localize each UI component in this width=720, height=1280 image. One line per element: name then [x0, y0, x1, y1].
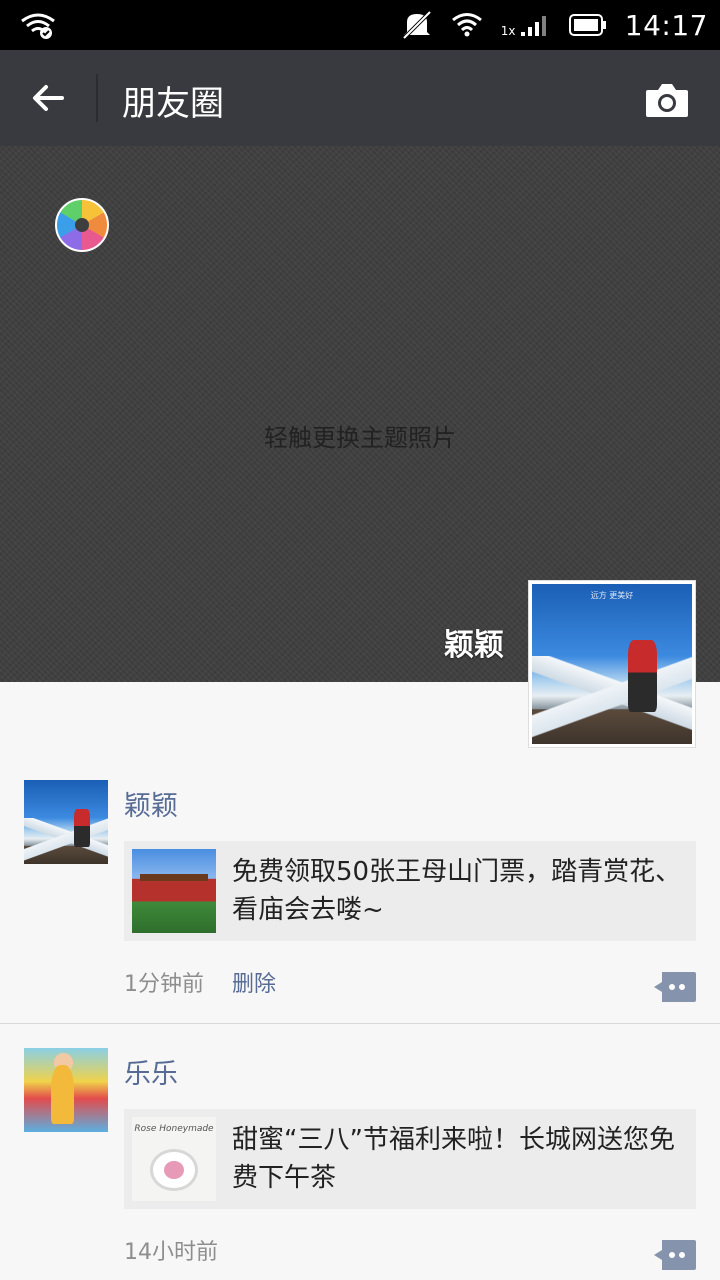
avatar-caption: 远方 更美好 — [590, 591, 634, 601]
title-bar: 朋友圈 — [0, 50, 720, 146]
comment-icon[interactable] — [652, 972, 696, 1002]
link-thumbnail — [132, 849, 216, 933]
clock: 14:17 — [624, 8, 708, 42]
cover-hint: 轻触更换主题照片 — [264, 424, 456, 452]
back-arrow-icon[interactable] — [28, 78, 68, 118]
link-card[interactable]: 免费领取50张王母山门票，踏青赏花、看庙会去喽~ — [124, 841, 696, 941]
post-author[interactable]: 颖颖 — [124, 784, 178, 823]
link-card[interactable]: Rose Honeymade 甜蜜“三八”节福利来啦！长城网送您免费下午茶 — [124, 1109, 696, 1209]
network-type-label: 1x — [500, 24, 516, 38]
post-avatar[interactable] — [24, 1048, 108, 1132]
post-avatar[interactable] — [24, 780, 108, 864]
post-time: 1分钟前 — [124, 972, 204, 997]
thumb-caption: Rose Honeymade — [134, 1123, 214, 1134]
wifi-icon — [451, 13, 482, 37]
profile-avatar[interactable]: 远方 更美好 — [528, 580, 696, 748]
post-divider — [0, 1023, 720, 1024]
teacup-photo: Rose Honeymade — [132, 1117, 216, 1201]
child-photo — [24, 1048, 108, 1132]
mountain-photo: 远方 更美好 — [532, 584, 692, 744]
cover-user-name[interactable]: 颖颖 — [444, 620, 504, 664]
signal-icon — [520, 16, 546, 36]
link-title: 免费领取50张王母山门票，踏青赏花、看庙会去喽~ — [232, 857, 682, 925]
signal-indicator: 1x — [501, 10, 551, 40]
mute-icon — [402, 10, 432, 40]
status-bar: 1x 14:17 — [0, 0, 720, 50]
temple-photo — [132, 849, 216, 933]
page-title: 朋友圈 — [122, 84, 224, 124]
camera-icon[interactable] — [644, 82, 690, 118]
wifi-check-icon — [21, 13, 55, 39]
link-thumbnail: Rose Honeymade — [132, 1117, 216, 1201]
title-divider — [96, 74, 98, 122]
shutter-icon — [55, 198, 109, 252]
post-time: 14小时前 — [124, 1240, 218, 1265]
delete-link[interactable]: 删除 — [232, 966, 276, 998]
battery-icon — [568, 14, 606, 36]
mountain-photo — [24, 780, 108, 864]
comment-icon[interactable] — [652, 1240, 696, 1270]
link-title: 甜蜜“三八”节福利来啦！长城网送您免费下午茶 — [232, 1125, 675, 1193]
post-author[interactable]: 乐乐 — [124, 1052, 178, 1091]
